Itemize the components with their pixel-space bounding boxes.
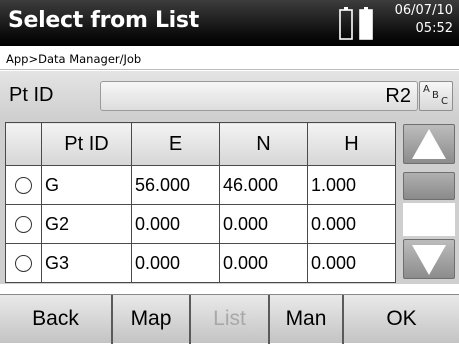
row-select[interactable] xyxy=(5,243,42,283)
divider xyxy=(0,284,459,294)
triangle-down-icon xyxy=(412,245,446,275)
table-row[interactable]: G2 0.000 0.000 0.000 xyxy=(5,204,396,244)
scroll-up-button[interactable] xyxy=(403,124,455,164)
column-header-n[interactable]: N xyxy=(219,122,308,166)
scroll-down-button[interactable] xyxy=(403,239,455,279)
cell-e: 0.000 xyxy=(131,243,220,283)
column-header-ptid[interactable]: Pt ID xyxy=(41,122,132,166)
point-id-input[interactable]: R2 xyxy=(100,81,418,111)
triangle-up-icon xyxy=(412,129,446,159)
column-header-e[interactable]: E xyxy=(131,122,220,166)
radio-button[interactable] xyxy=(15,216,32,234)
man-button[interactable]: Man xyxy=(270,295,344,344)
softkey-bar: Back Map List Man OK xyxy=(0,294,459,344)
table-row[interactable]: G 56.000 46.000 1.000 xyxy=(5,165,396,205)
row-select[interactable] xyxy=(5,165,42,205)
column-header-h[interactable]: H xyxy=(307,122,396,166)
cell-n: 0.000 xyxy=(219,243,308,283)
point-table: Pt ID E N H G 56.000 46.000 1.000 G2 0.0… xyxy=(5,122,396,283)
input-mode-button[interactable]: A B C xyxy=(419,81,453,111)
page-title: Select from List xyxy=(8,8,199,33)
point-id-value: R2 xyxy=(385,85,411,107)
vertical-scrollbar[interactable] xyxy=(400,119,459,284)
back-button[interactable]: Back xyxy=(0,295,113,344)
radio-button[interactable] xyxy=(15,255,32,273)
cell-n: 46.000 xyxy=(219,165,308,205)
table-header-row: Pt ID E N H xyxy=(5,122,396,166)
point-id-label: Pt ID xyxy=(9,84,54,106)
input-mode-letter-b: B xyxy=(432,90,439,101)
table-row[interactable]: G3 0.000 0.000 0.000 xyxy=(5,243,396,283)
time-display: 05:52 xyxy=(415,21,453,36)
cell-ptid: G2 xyxy=(41,204,132,244)
breadcrumb: App>Data Manager/Job xyxy=(0,46,459,70)
cell-ptid: G xyxy=(41,165,132,205)
cell-e: 56.000 xyxy=(131,165,220,205)
cell-h: 0.000 xyxy=(307,243,396,283)
row-select[interactable] xyxy=(5,204,42,244)
input-mode-letter-c: C xyxy=(441,96,448,107)
cell-e: 0.000 xyxy=(131,204,220,244)
scroll-thumb[interactable] xyxy=(403,172,455,200)
ok-button[interactable]: OK xyxy=(344,295,459,344)
date-display: 06/07/10 xyxy=(394,3,453,18)
point-list: Pt ID E N H G 56.000 46.000 1.000 G2 0.0… xyxy=(0,119,400,284)
map-button[interactable]: Map xyxy=(113,295,191,344)
cell-h: 1.000 xyxy=(307,165,396,205)
input-mode-letter-a: A xyxy=(423,84,430,95)
cell-n: 0.000 xyxy=(219,204,308,244)
cell-h: 0.000 xyxy=(307,204,396,244)
scroll-track[interactable] xyxy=(403,203,455,236)
point-id-row: Pt ID R2 A B C xyxy=(0,71,459,119)
list-button: List xyxy=(191,295,270,344)
select-column-header xyxy=(5,122,42,166)
battery-icon xyxy=(339,7,373,40)
cell-ptid: G3 xyxy=(41,243,132,283)
radio-button[interactable] xyxy=(15,177,32,195)
title-bar: Select from List 06/07/10 05:52 xyxy=(0,0,459,46)
